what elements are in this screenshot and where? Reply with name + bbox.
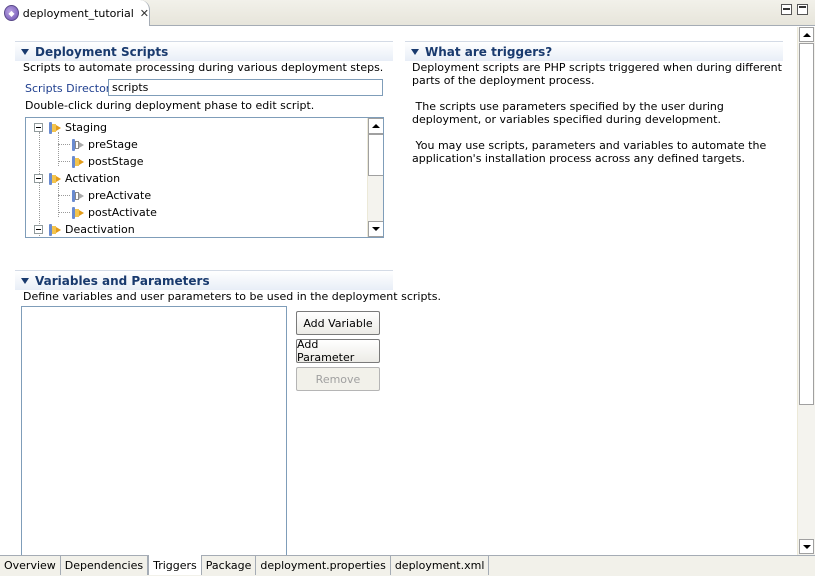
tab-triggers[interactable]: Triggers (148, 555, 202, 575)
scroll-up-icon[interactable] (799, 27, 814, 42)
collapse-twisty-icon[interactable] (21, 48, 29, 55)
tree-item-label: preActivate (88, 189, 152, 202)
script-icon (69, 206, 85, 220)
scripts-instruction: Double-click during deployment phase to … (25, 99, 315, 112)
tab-package[interactable]: Package (201, 556, 257, 575)
deployment-scripts-description: Scripts to automate processing during va… (23, 61, 384, 74)
collapse-icon[interactable] (34, 174, 43, 183)
triggers-paragraph: Deployment scripts are PHP scripts trigg… (412, 61, 782, 87)
scroll-down-icon[interactable] (368, 221, 383, 237)
scripts-directory-input[interactable] (108, 79, 383, 96)
variables-parameters-title: Variables and Parameters (35, 273, 210, 288)
scroll-down-icon[interactable] (799, 539, 814, 554)
variables-list[interactable] (21, 306, 287, 556)
tree-item-postactivate[interactable]: postActivate (69, 204, 157, 221)
collapse-twisty-icon[interactable] (411, 48, 419, 55)
scripts-directory-link[interactable]: Scripts Directory (25, 82, 117, 95)
tree-item-label: postStage (88, 155, 144, 168)
tree-item-activation[interactable]: Activation (34, 170, 120, 187)
close-icon[interactable]: ✕ (140, 7, 149, 20)
collapse-icon[interactable] (34, 225, 43, 234)
php-deployment-icon: ◆ (4, 5, 19, 21)
scroll-up-icon[interactable] (368, 118, 383, 134)
deployment-scripts-header[interactable]: Deployment Scripts (15, 41, 393, 61)
tree-item-prestage[interactable]: preStage (69, 136, 138, 153)
deployment-phase-icon (46, 223, 62, 237)
tree-item-label: Staging (65, 121, 108, 134)
editor-tab-title: deployment_tutorial (22, 6, 134, 20)
scrollbar-thumb[interactable] (799, 43, 814, 405)
scrollbar-thumb[interactable] (368, 134, 383, 176)
editor-vertical-scrollbar[interactable] (797, 27, 815, 555)
remove-button[interactable]: Remove (296, 367, 380, 391)
editor-tab-deployment-tutorial[interactable]: ◆ deployment_tutorial ✕ (0, 0, 150, 26)
triggers-paragraph: You may use scripts, parameters and vari… (412, 139, 770, 165)
tree-item-label: postActivate (88, 206, 157, 219)
tab-deployment-properties[interactable]: deployment.properties (256, 556, 391, 575)
editor-content: Deployment Scripts Scripts to automate p… (0, 27, 797, 556)
tree-item-deactivation[interactable]: Deactivation (34, 221, 135, 237)
deployment-scripts-title: Deployment Scripts (35, 44, 169, 59)
editor-tab-strip: ◆ deployment_tutorial ✕ (0, 0, 815, 26)
variables-parameters-description: Define variables and user parameters to … (23, 290, 441, 303)
editor-page-tabs: Overview Dependencies Triggers Package d… (0, 555, 815, 576)
collapse-icon[interactable] (34, 123, 43, 132)
add-parameter-button[interactable]: Add Parameter (296, 338, 380, 364)
collapse-twisty-icon[interactable] (21, 277, 29, 284)
deployment-scripts-tree[interactable]: Staging preStage postStage Activation pr… (25, 117, 384, 238)
minimize-icon[interactable] (781, 4, 792, 15)
tab-overview[interactable]: Overview (0, 556, 61, 575)
script-icon (69, 155, 85, 169)
tree-scrollbar[interactable] (367, 118, 383, 237)
maximize-icon[interactable] (797, 4, 808, 15)
tab-deployment-xml[interactable]: deployment.xml (390, 556, 490, 575)
add-variable-button[interactable]: Add Variable (296, 311, 380, 335)
tree-item-staging[interactable]: Staging (34, 119, 107, 136)
tree-item-label: preStage (88, 138, 138, 151)
deployment-phase-icon (46, 121, 62, 135)
tab-dependencies[interactable]: Dependencies (60, 556, 149, 575)
variables-parameters-header[interactable]: Variables and Parameters (15, 270, 393, 290)
what-are-triggers-title: What are triggers? (425, 44, 553, 59)
tree-item-preactivate[interactable]: preActivate (69, 187, 151, 204)
empty-script-icon (69, 189, 85, 203)
tree-item-label: Activation (65, 172, 121, 185)
what-are-triggers-header[interactable]: What are triggers? (405, 41, 783, 61)
deployment-phase-icon (46, 172, 62, 186)
tree-item-poststage[interactable]: postStage (69, 153, 144, 170)
tree-item-label: Deactivation (65, 223, 135, 236)
triggers-paragraph: The scripts use parameters specified by … (412, 100, 728, 126)
empty-script-icon (69, 138, 85, 152)
